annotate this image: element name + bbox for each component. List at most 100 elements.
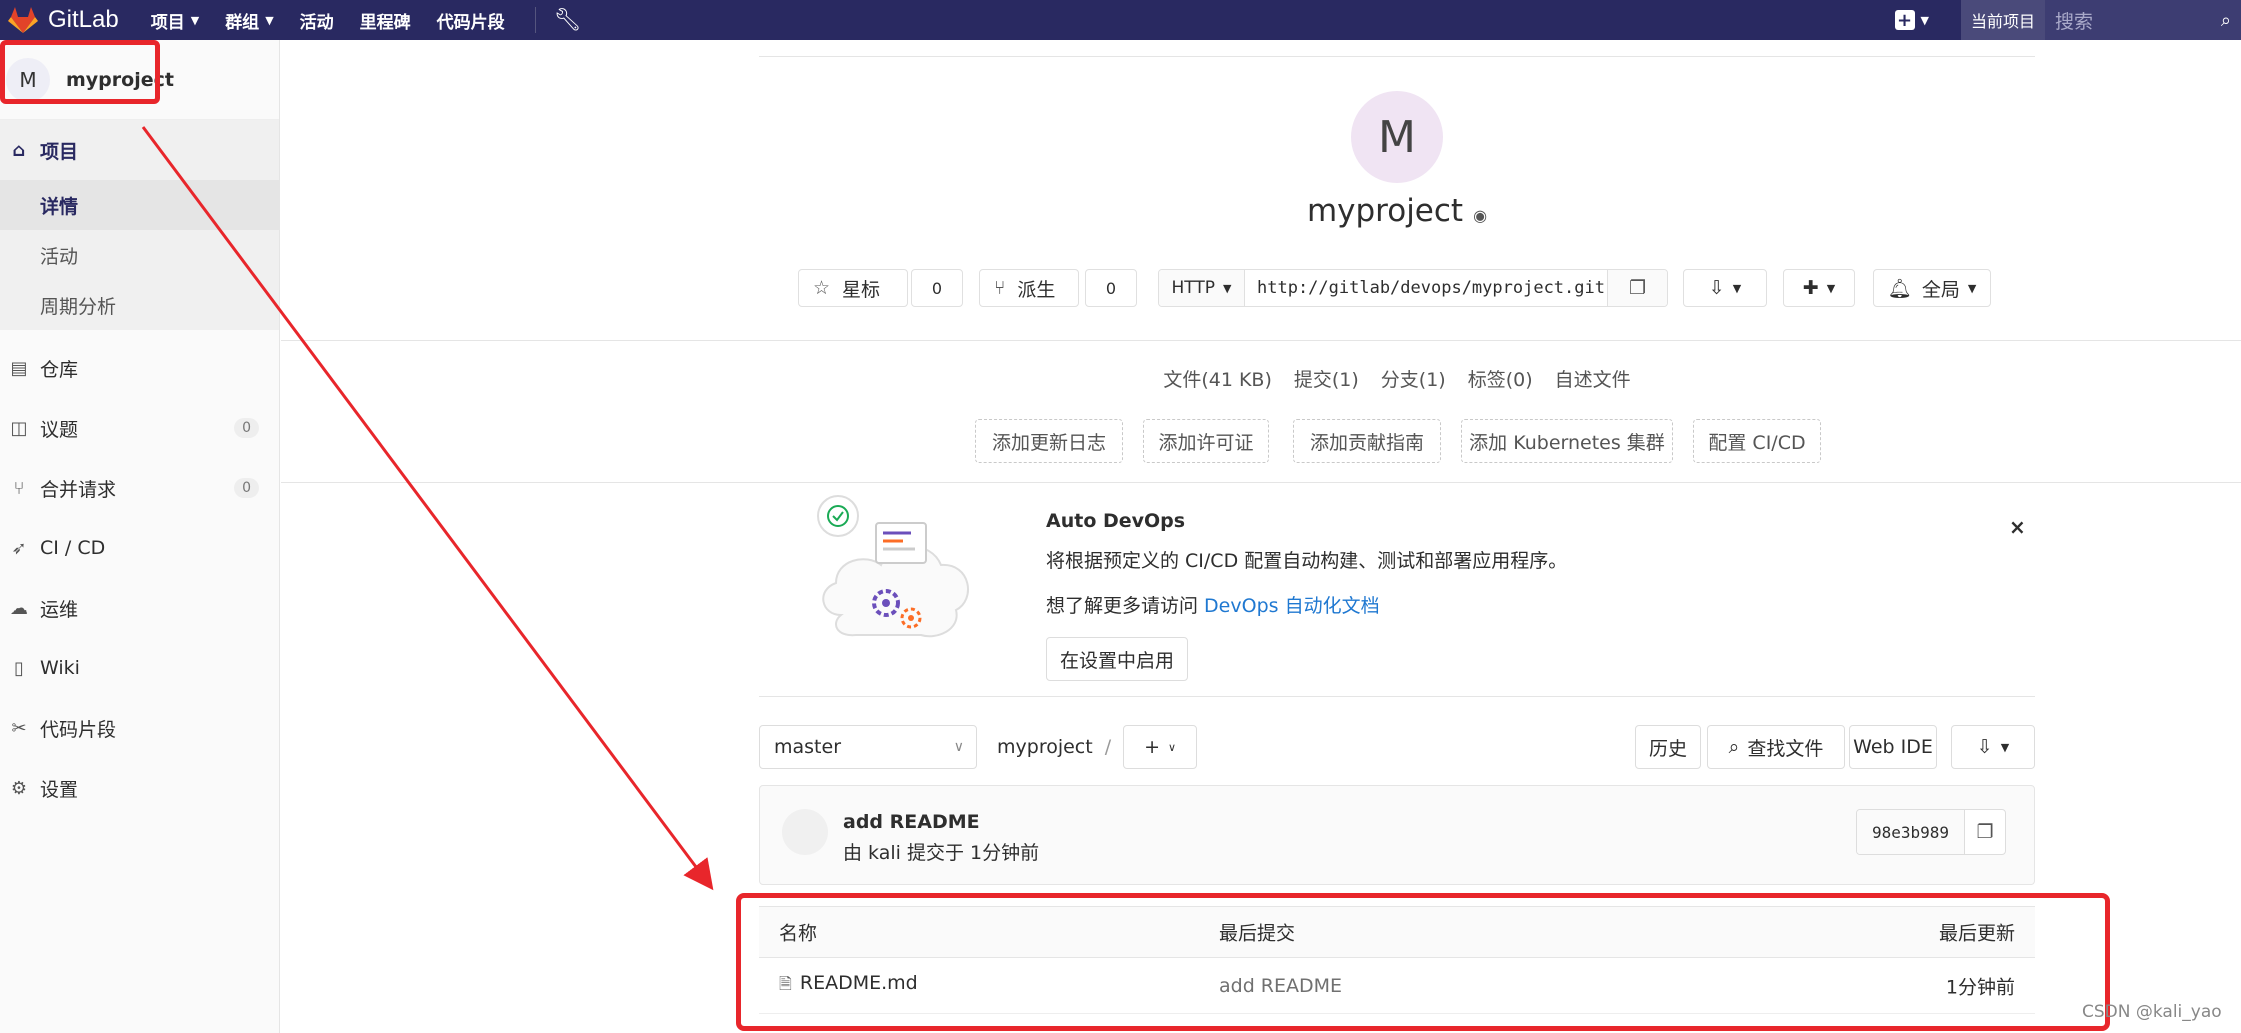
protocol-dropdown[interactable]: HTTP ▼ — [1159, 270, 1245, 306]
globe-icon: ◉ — [1473, 206, 1488, 225]
sidebar-item-issues[interactable]: ◫ 议题 0 — [0, 398, 279, 458]
clone-url-input[interactable]: http://gitlab/devops/myproject.git — [1245, 270, 1607, 306]
nav-groups-label: 群组 — [225, 12, 260, 33]
bell-icon: 🔔︎ — [1887, 277, 1912, 300]
sidebar-subitem-details[interactable]: 详情 — [0, 180, 279, 230]
nav-groups[interactable]: 群组 ▼ — [225, 8, 273, 33]
nav-snippets[interactable]: 代码片段 — [437, 8, 505, 33]
last-commit-box: add README 由 kali 提交于 1分钟前 98e3b989 ❐ — [759, 785, 2035, 885]
star-icon: ☆ — [813, 277, 831, 299]
auto-devops-description: 将根据预定义的 CI/CD 配置自动构建、测试和部署应用程序。 — [1046, 550, 1568, 572]
download-dropdown-button[interactable]: ⇩ ▼ — [1683, 269, 1767, 307]
plus-icon: + — [1144, 736, 1161, 758]
auto-devops-more-prefix: 想了解更多请访问 — [1046, 595, 1205, 617]
chevron-down-icon: ▼ — [265, 13, 274, 27]
breadcrumb: myproject / + ∨ — [997, 725, 1198, 769]
commit-sha[interactable]: 98e3b989 — [1857, 810, 1965, 854]
star-button[interactable]: ☆ 星标 — [798, 269, 908, 307]
copy-sha-button[interactable]: ❐ — [1965, 810, 2005, 854]
notification-dropdown-button[interactable]: 🔔︎ 全局 ▼ — [1873, 269, 1991, 307]
star-count[interactable]: 0 — [911, 269, 963, 307]
fork-count[interactable]: 0 — [1085, 269, 1137, 307]
stat-files[interactable]: 文件(41 KB) — [1163, 365, 1272, 392]
commit-author-avatar[interactable] — [782, 809, 828, 855]
main-content: M myproject ◉ ☆ 星标 0 ⑂ 派生 0 HTTP ▼ http://gi… — [281, 40, 2241, 1033]
gitlab-logo[interactable]: GitLab — [8, 6, 119, 34]
fork-icon: ⑂ — [994, 277, 1006, 299]
nav-activity[interactable]: 活动 — [300, 8, 334, 33]
sidebar-item-label: 合并请求 — [40, 478, 117, 501]
stat-branches[interactable]: 分支(1) — [1381, 365, 1446, 392]
stat-tags[interactable]: 标签(0) — [1468, 365, 1533, 392]
breadcrumb-root[interactable]: myproject — [997, 736, 1093, 758]
plus-icon: ✚ — [1802, 277, 1819, 299]
scissors-icon: ✂ — [11, 717, 27, 739]
sidebar-item-label: CI / CD — [40, 537, 106, 559]
sidebar-item-settings[interactable]: ⚙ 设置 — [0, 758, 279, 818]
fork-button[interactable]: ⑂ 派生 — [979, 269, 1079, 307]
sidebar-item-label: 代码片段 — [40, 718, 117, 741]
close-icon[interactable]: × — [2009, 515, 2026, 539]
search-scope-badge[interactable]: 当前项目 — [1960, 0, 2045, 40]
sidebar-item-merge-requests[interactable]: ⑂ 合并请求 0 — [0, 458, 279, 518]
commit-author-line: 由 kali 提交于 1分钟前 — [843, 842, 1040, 864]
setup-ci-cd-button[interactable]: 配置 CI/CD — [1693, 419, 1821, 463]
sidebar-item-project[interactable]: ⌂ 项目 — [0, 120, 279, 180]
download-icon: ⇩ — [1976, 736, 1993, 758]
chevron-down-icon: ▼ — [1967, 281, 1977, 295]
add-changelog-button[interactable]: 添加更新日志 — [975, 419, 1123, 463]
add-dropdown-button[interactable]: ✚ ▼ — [1783, 269, 1855, 307]
sidebar-item-operations[interactable]: ☁ 运维 — [0, 578, 279, 638]
chevron-down-icon: ▼ — [1826, 281, 1836, 295]
enable-in-settings-button[interactable]: 在设置中启用 — [1046, 637, 1188, 681]
auto-devops-title: Auto DevOps — [1046, 510, 1186, 532]
notification-level-label: 全局 — [1921, 278, 1960, 301]
divider — [759, 56, 2035, 57]
suggestion-buttons: 添加更新日志 添加许可证 添加贡献指南 添加 Kubernetes 集群 配置 … — [281, 419, 2241, 463]
sidebar-item-repository[interactable]: ▤ 仓库 — [0, 338, 279, 398]
project-avatar-large: M — [1351, 91, 1443, 183]
search-icon: ⌕ — [2220, 9, 2231, 31]
commit-title[interactable]: add README — [843, 811, 980, 833]
sidebar-item-wiki[interactable]: ▯ Wiki — [0, 638, 279, 698]
nav-milestones[interactable]: 里程碑 — [360, 8, 411, 33]
sidebar-item-label: 运维 — [40, 598, 79, 621]
auto-devops-docs-link[interactable]: DevOps 自动化文档 — [1204, 595, 1380, 617]
fork-label: 派生 — [1017, 278, 1056, 301]
sidebar-item-label: 仓库 — [40, 358, 79, 381]
search-input[interactable]: 搜索 ⌕ — [2045, 0, 2241, 40]
watermark: CSDN @kali_yao — [2082, 1002, 2222, 1022]
find-file-button[interactable]: ⌕ 查找文件 — [1707, 725, 1845, 769]
history-button[interactable]: 历史 — [1635, 725, 1701, 769]
copy-url-button[interactable]: ❐ — [1607, 270, 1667, 306]
add-to-tree-dropdown[interactable]: + ∨ — [1123, 725, 1198, 769]
add-contributing-button[interactable]: 添加贡献指南 — [1293, 419, 1441, 463]
sidebar-item-label: 设置 — [40, 778, 79, 801]
add-kubernetes-button[interactable]: 添加 Kubernetes 集群 — [1461, 419, 1673, 463]
web-ide-button[interactable]: Web IDE — [1849, 725, 1937, 769]
clone-url-group: HTTP ▼ http://gitlab/devops/myproject.git… — [1158, 269, 1668, 307]
sidebar-subitem-cycle-analytics[interactable]: 周期分析 — [0, 280, 279, 330]
new-dropdown-button[interactable]: + ▼ — [1894, 10, 1929, 31]
nav-projects[interactable]: 项目 ▼ — [151, 8, 199, 33]
chevron-down-icon: ▼ — [190, 13, 200, 27]
issues-count-badge: 0 — [234, 418, 259, 438]
admin-wrench-icon[interactable]: 🔧︎ — [554, 8, 582, 33]
project-title-row: myproject ◉ — [281, 193, 2241, 229]
download-dropdown-button[interactable]: ⇩ ▼ — [1951, 725, 2035, 769]
stat-commits[interactable]: 提交(1) — [1294, 365, 1359, 392]
brand-name: GitLab — [48, 6, 119, 33]
branch-select[interactable]: master ∨ — [759, 725, 977, 769]
clipboard-icon: ❐ — [1628, 277, 1647, 299]
stat-readme[interactable]: 自述文件 — [1555, 365, 1631, 392]
plus-icon: + — [1894, 10, 1915, 31]
gear-icon: ⚙ — [10, 777, 28, 799]
add-license-button[interactable]: 添加许可证 — [1143, 419, 1269, 463]
sidebar-subitem-activity[interactable]: 活动 — [0, 230, 279, 280]
sidebar-item-ci-cd[interactable]: ➶ CI / CD — [0, 518, 279, 578]
branch-name: master — [774, 736, 842, 758]
search-icon: ⌕ — [1728, 736, 1740, 758]
sidebar-item-label: 项目 — [40, 140, 79, 163]
chevron-down-icon: ▼ — [2000, 740, 2010, 754]
sidebar-item-snippets[interactable]: ✂ 代码片段 — [0, 698, 279, 758]
